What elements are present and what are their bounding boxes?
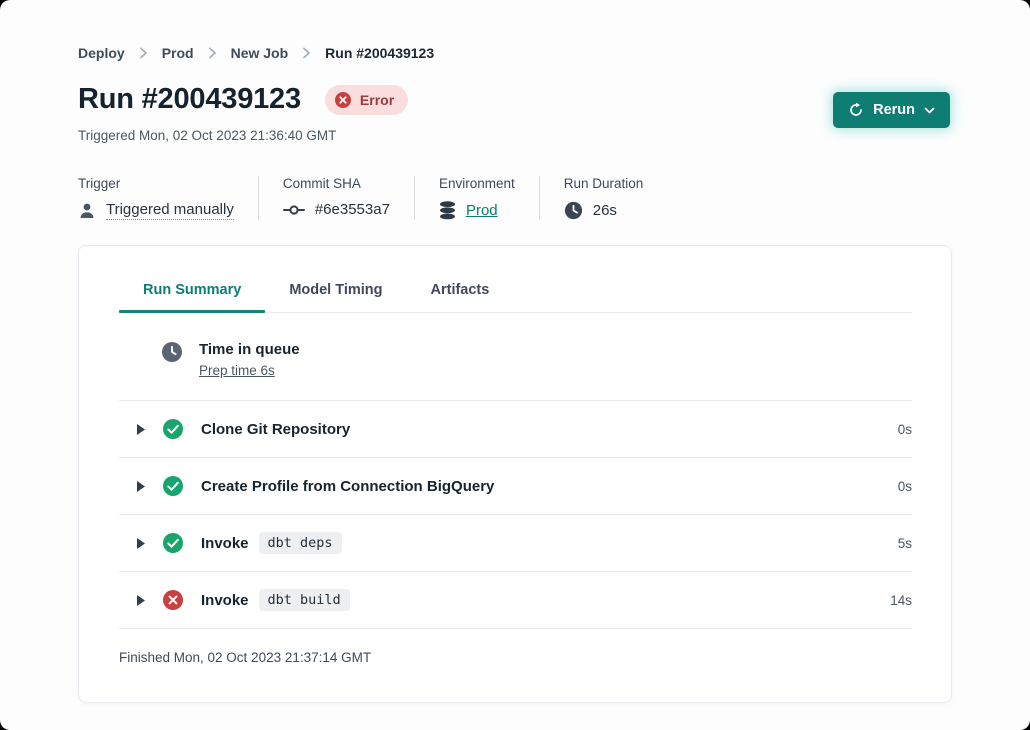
meta-environment: Environment Prod bbox=[439, 176, 515, 220]
meta-trigger-label: Trigger bbox=[78, 176, 234, 191]
database-icon bbox=[439, 201, 456, 220]
chevron-down-icon bbox=[924, 107, 935, 114]
rerun-button[interactable]: Rerun bbox=[833, 92, 950, 128]
caret-right-icon[interactable] bbox=[136, 594, 146, 607]
meta-divider bbox=[539, 176, 540, 220]
caret-right-icon[interactable] bbox=[136, 537, 146, 550]
caret-right-icon[interactable] bbox=[136, 423, 146, 436]
breadcrumb-current-run: Run #200439123 bbox=[325, 45, 434, 61]
step-label: Create Profile from Connection BigQuery bbox=[201, 478, 494, 495]
step-command-chip: dbt build bbox=[259, 589, 350, 611]
breadcrumb-new-job[interactable]: New Job bbox=[231, 45, 289, 61]
rerun-button-label: Rerun bbox=[873, 102, 915, 118]
step-label: Invoke bbox=[201, 535, 249, 552]
clock-icon bbox=[564, 201, 583, 220]
tab-bar: Run Summary Model Timing Artifacts bbox=[119, 246, 912, 313]
step-row-clone-git[interactable]: Clone Git Repository 0s bbox=[119, 401, 912, 458]
caret-right-icon[interactable] bbox=[136, 480, 146, 493]
meta-divider bbox=[258, 176, 259, 220]
commit-icon bbox=[283, 203, 305, 217]
triggered-timestamp: Triggered Mon, 02 Oct 2023 21:36:40 GMT bbox=[78, 128, 952, 143]
step-duration: 14s bbox=[890, 593, 912, 608]
run-meta-row: Trigger Triggered manually Commit SHA bbox=[78, 176, 952, 220]
tab-artifacts[interactable]: Artifacts bbox=[407, 282, 514, 312]
step-command-chip: dbt deps bbox=[259, 532, 342, 554]
trigger-value[interactable]: Triggered manually bbox=[106, 201, 234, 220]
chevron-right-icon bbox=[208, 47, 217, 59]
time-in-queue-row: Time in queue Prep time 6s bbox=[119, 313, 912, 401]
page-title: Run #200439123 bbox=[78, 83, 301, 116]
tab-model-timing[interactable]: Model Timing bbox=[265, 282, 406, 312]
meta-commit-sha: Commit SHA #6e3553a7 bbox=[283, 176, 390, 220]
meta-run-duration: Run Duration 26s bbox=[564, 176, 644, 220]
success-check-icon bbox=[162, 475, 184, 497]
run-duration-value: 26s bbox=[593, 202, 617, 219]
meta-divider bbox=[414, 176, 415, 220]
prep-time-link[interactable]: Prep time 6s bbox=[199, 363, 300, 378]
chevron-right-icon bbox=[139, 47, 148, 59]
step-label: Invoke bbox=[201, 592, 249, 609]
run-summary-card: Run Summary Model Timing Artifacts Time … bbox=[78, 245, 952, 703]
step-duration: 0s bbox=[898, 422, 912, 437]
person-icon bbox=[78, 202, 96, 220]
error-circle-icon bbox=[334, 91, 352, 109]
tab-run-summary[interactable]: Run Summary bbox=[119, 282, 265, 312]
step-row-create-profile[interactable]: Create Profile from Connection BigQuery … bbox=[119, 458, 912, 515]
commit-sha-value: #6e3553a7 bbox=[315, 201, 390, 218]
step-duration: 5s bbox=[898, 536, 912, 551]
meta-environment-label: Environment bbox=[439, 176, 515, 191]
queue-title: Time in queue bbox=[199, 341, 300, 358]
environment-link[interactable]: Prod bbox=[466, 202, 498, 219]
step-label: Clone Git Repository bbox=[201, 421, 350, 438]
refresh-icon bbox=[848, 102, 864, 118]
step-duration: 0s bbox=[898, 479, 912, 494]
clock-icon bbox=[161, 341, 183, 363]
breadcrumb: Deploy Prod New Job Run #200439123 bbox=[78, 0, 952, 61]
status-badge-label: Error bbox=[360, 92, 394, 108]
meta-commit-label: Commit SHA bbox=[283, 176, 390, 191]
breadcrumb-prod[interactable]: Prod bbox=[162, 45, 194, 61]
meta-duration-label: Run Duration bbox=[564, 176, 644, 191]
finished-timestamp: Finished Mon, 02 Oct 2023 21:37:14 GMT bbox=[119, 629, 912, 665]
error-circle-icon bbox=[162, 589, 184, 611]
success-check-icon bbox=[162, 532, 184, 554]
success-check-icon bbox=[162, 418, 184, 440]
step-row-invoke-dbt-build[interactable]: Invoke dbt build 14s bbox=[119, 572, 912, 629]
run-detail-page: Deploy Prod New Job Run #200439123 Run #… bbox=[0, 0, 1030, 730]
status-badge: Error bbox=[325, 85, 408, 115]
meta-trigger: Trigger Triggered manually bbox=[78, 176, 234, 220]
chevron-right-icon bbox=[302, 47, 311, 59]
step-row-invoke-dbt-deps[interactable]: Invoke dbt deps 5s bbox=[119, 515, 912, 572]
breadcrumb-deploy[interactable]: Deploy bbox=[78, 45, 125, 61]
